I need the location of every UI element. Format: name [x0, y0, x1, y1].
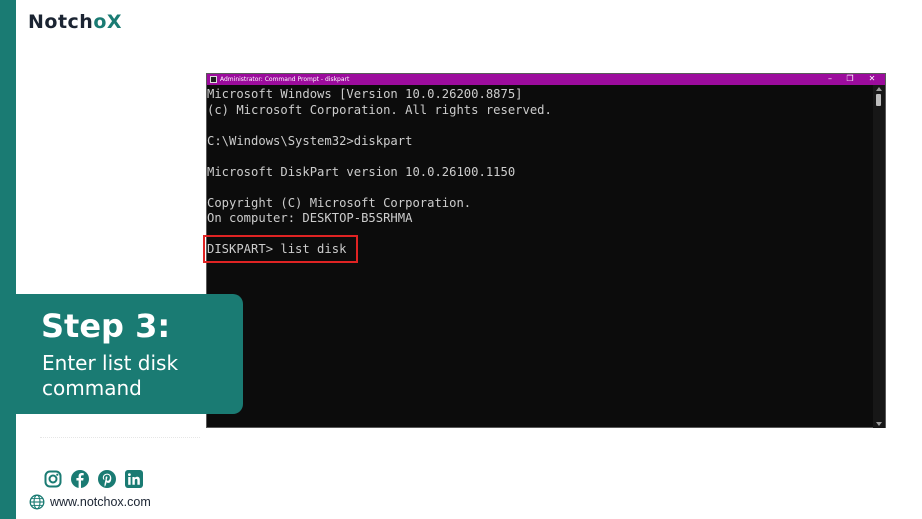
step-title: Step 3: [41, 307, 171, 345]
console-line: Copyright (C) Microsoft Corporation. [207, 195, 472, 210]
globe-icon [29, 494, 45, 510]
step-description: Enter list disk command [42, 351, 179, 400]
social-links [44, 470, 143, 488]
console-line: Microsoft Windows [Version 10.0.26200.88… [207, 87, 523, 101]
minimize-button[interactable]: – [821, 74, 839, 85]
pinterest-icon[interactable] [98, 470, 116, 488]
step-card: Step 3: Enter list disk command [16, 294, 243, 414]
console-line: (c) Microsoft Corporation. All rights re… [207, 102, 552, 117]
notchox-logo: NotchoX [28, 11, 123, 33]
close-button[interactable]: ✕ [863, 74, 881, 85]
command-highlight-box [203, 235, 358, 263]
window-title: Administrator: Command Prompt - diskpart [220, 76, 350, 83]
instagram-icon[interactable] [44, 470, 62, 488]
cmd-app-icon [210, 76, 217, 83]
linkedin-icon[interactable] [125, 470, 143, 488]
console-line: Microsoft DiskPart version 10.0.26100.11… [207, 164, 516, 179]
website-url[interactable]: www.notchox.com [50, 494, 151, 510]
maximize-button[interactable]: ❐ [841, 74, 859, 85]
console-line: On computer: DESKTOP-B5SRHMA [207, 211, 413, 225]
window-titlebar[interactable]: Administrator: Command Prompt - diskpart… [207, 74, 885, 85]
left-accent-bar [0, 0, 16, 519]
facebook-icon[interactable] [71, 470, 89, 488]
console-scrollbar[interactable] [873, 85, 885, 428]
watermark-divider [40, 437, 200, 438]
scroll-up-arrow-icon[interactable] [876, 87, 882, 91]
scroll-down-arrow-icon[interactable] [876, 422, 882, 426]
website-link[interactable]: www.notchox.com [29, 494, 151, 510]
scroll-thumb[interactable] [876, 94, 881, 106]
console-line: C:\Windows\System32>diskpart [207, 133, 413, 148]
